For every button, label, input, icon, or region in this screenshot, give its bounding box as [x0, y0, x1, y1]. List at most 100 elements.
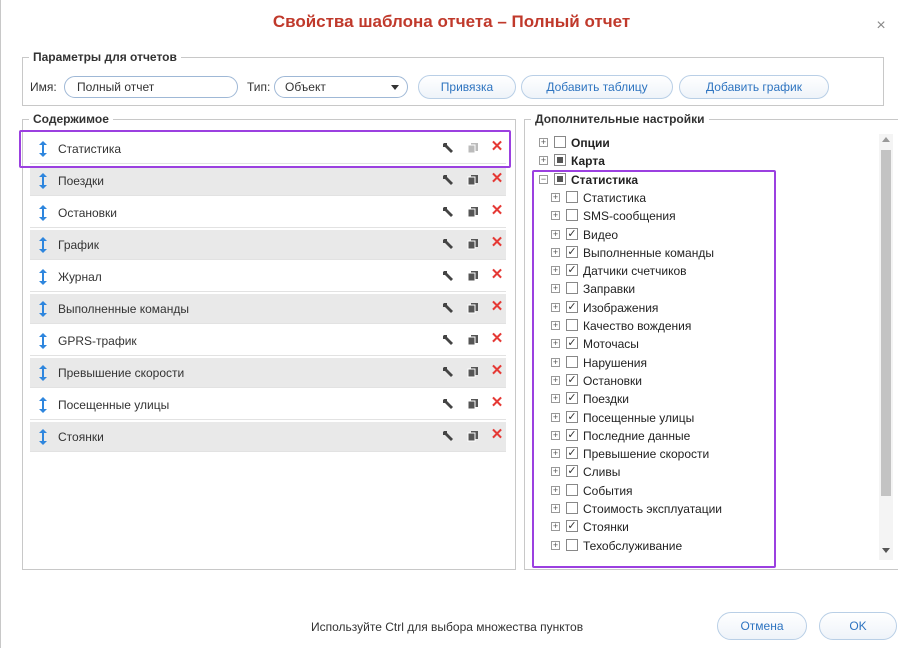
tree-item[interactable]: + Техобслуживание	[551, 537, 869, 555]
expand-icon[interactable]: +	[551, 449, 560, 459]
close-icon[interactable]: ×	[873, 18, 889, 34]
tree-checkbox[interactable]	[554, 136, 566, 148]
delete-icon[interactable]: ✕	[490, 235, 504, 251]
tree-item[interactable]: + Качество вождения	[551, 317, 869, 335]
tree-scrollbar-thumb[interactable]	[881, 150, 891, 496]
drag-handle-icon[interactable]	[38, 365, 48, 381]
tree-item[interactable]: + Карта	[539, 152, 869, 170]
delete-icon[interactable]: ✕	[490, 331, 504, 347]
content-row[interactable]: Посещенные улицы ✕	[30, 390, 506, 420]
tree-item[interactable]: + ✓ Стоянки	[551, 518, 869, 536]
tree-item[interactable]: + ✓ Моточасы	[551, 335, 869, 353]
wrench-icon[interactable]	[442, 430, 454, 442]
copy-icon[interactable]	[467, 206, 479, 218]
content-row[interactable]: Поездки ✕	[30, 166, 506, 196]
copy-icon[interactable]	[467, 430, 479, 442]
tree-item[interactable]: + ✓ Посещенные улицы	[551, 409, 869, 427]
tree-item[interactable]: + Статистика	[551, 189, 869, 207]
expand-icon[interactable]: +	[551, 192, 560, 202]
copy-icon[interactable]	[467, 398, 479, 410]
tree-checkbox[interactable]	[566, 190, 578, 203]
tree-checkbox[interactable]	[566, 355, 578, 368]
drag-handle-icon[interactable]	[38, 237, 48, 253]
tree-checkbox[interactable]: ✓	[566, 447, 578, 460]
type-select[interactable]: Объект	[274, 76, 408, 98]
tree-checkbox[interactable]: ✓	[566, 520, 578, 533]
tree-item[interactable]: + ✓ Выполненные команды	[551, 244, 869, 262]
expand-icon[interactable]: +	[551, 375, 560, 385]
copy-icon[interactable]	[467, 174, 479, 186]
delete-icon[interactable]: ✕	[490, 363, 504, 379]
expand-icon[interactable]: +	[551, 394, 560, 404]
tree-checkbox[interactable]	[554, 172, 566, 185]
collapse-icon[interactable]: −	[539, 174, 548, 184]
tree-checkbox[interactable]	[566, 319, 578, 331]
scroll-up-icon[interactable]	[882, 137, 890, 142]
tree-item[interactable]: + ✓ Сливы	[551, 463, 869, 481]
drag-handle-icon[interactable]	[38, 397, 48, 413]
tree-item[interactable]: + ✓ Остановки	[551, 372, 869, 390]
tree-checkbox[interactable]	[566, 209, 578, 222]
content-row[interactable]: Выполненные команды ✕	[30, 294, 506, 324]
tree-checkbox[interactable]	[566, 538, 578, 551]
delete-icon[interactable]: ✕	[490, 267, 504, 283]
wrench-icon[interactable]	[442, 238, 454, 250]
tree-checkbox[interactable]: ✓	[566, 428, 578, 441]
expand-icon[interactable]: +	[551, 266, 560, 276]
delete-icon[interactable]: ✕	[490, 395, 504, 411]
wrench-icon[interactable]	[442, 270, 454, 282]
tree-item[interactable]: + Нарушения	[551, 354, 869, 372]
drag-handle-icon[interactable]	[38, 269, 48, 285]
wrench-icon[interactable]	[442, 302, 454, 314]
delete-icon[interactable]: ✕	[490, 203, 504, 219]
content-row[interactable]: Остановки ✕	[30, 198, 506, 228]
content-row[interactable]: GPRS-трафик ✕	[30, 326, 506, 356]
tree-item[interactable]: + SMS-сообщения	[551, 207, 869, 225]
tree-item[interactable]: + ✓ Изображения	[551, 299, 869, 317]
delete-icon[interactable]: ✕	[490, 139, 504, 155]
tree-item[interactable]: + Опции	[539, 134, 869, 152]
expand-icon[interactable]: +	[551, 412, 560, 422]
copy-icon[interactable]	[467, 142, 479, 154]
tree-checkbox[interactable]: ✓	[566, 373, 578, 386]
content-row[interactable]: Статистика ✕	[30, 134, 506, 164]
tree-item[interactable]: + ✓ Поездки	[551, 390, 869, 408]
expand-icon[interactable]: +	[551, 467, 560, 477]
cancel-button[interactable]: Отмена	[717, 612, 807, 640]
tree-checkbox[interactable]: ✓	[566, 465, 578, 478]
tree-checkbox[interactable]	[566, 282, 578, 295]
expand-icon[interactable]: +	[551, 540, 560, 550]
content-row[interactable]: Стоянки ✕	[30, 422, 506, 452]
expand-icon[interactable]: +	[551, 229, 560, 239]
add-table-button[interactable]: Добавить таблицу	[521, 75, 673, 99]
wrench-icon[interactable]	[442, 366, 454, 378]
expand-icon[interactable]: +	[551, 357, 560, 367]
expand-icon[interactable]: +	[551, 284, 560, 294]
drag-handle-icon[interactable]	[38, 205, 48, 221]
expand-icon[interactable]: +	[539, 138, 548, 147]
expand-icon[interactable]: +	[551, 321, 560, 330]
add-chart-button[interactable]: Добавить график	[679, 75, 829, 99]
expand-icon[interactable]: +	[551, 247, 560, 257]
tree-checkbox[interactable]: ✓	[566, 300, 578, 313]
ok-button[interactable]: OK	[819, 612, 897, 640]
wrench-icon[interactable]	[442, 174, 454, 186]
drag-handle-icon[interactable]	[38, 141, 48, 157]
drag-handle-icon[interactable]	[38, 173, 48, 189]
tree-checkbox[interactable]: ✓	[566, 245, 578, 258]
copy-icon[interactable]	[467, 334, 479, 346]
delete-icon[interactable]: ✕	[490, 299, 504, 315]
tree-item[interactable]: + ✓ Превышение скорости	[551, 445, 869, 463]
delete-icon[interactable]: ✕	[490, 427, 504, 443]
copy-icon[interactable]	[467, 366, 479, 378]
copy-icon[interactable]	[467, 238, 479, 250]
tree-item[interactable]: − Статистика	[539, 171, 869, 189]
tree-checkbox[interactable]	[566, 483, 578, 496]
content-row[interactable]: График ✕	[30, 230, 506, 260]
content-row[interactable]: Превышение скорости ✕	[30, 358, 506, 388]
delete-icon[interactable]: ✕	[490, 171, 504, 187]
bind-button[interactable]: Привязка	[418, 75, 516, 99]
tree-item[interactable]: + ✓ Видео	[551, 226, 869, 244]
expand-icon[interactable]: +	[551, 504, 560, 513]
scroll-down-icon[interactable]	[882, 548, 890, 553]
